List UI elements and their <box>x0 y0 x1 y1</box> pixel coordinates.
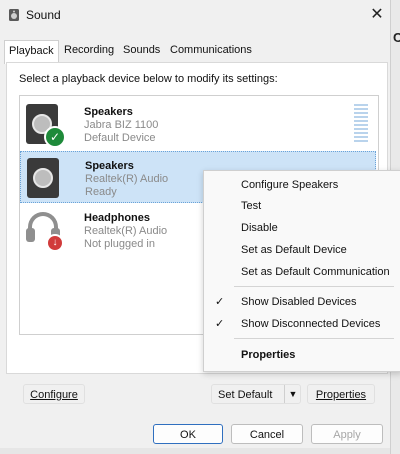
checkmark-icon: ✓ <box>215 318 225 330</box>
menu-separator <box>234 338 394 339</box>
down-arrow-badge-icon: ↓ <box>46 234 64 252</box>
apply-button: Apply <box>311 424 383 444</box>
properties-label: Properties <box>315 389 367 401</box>
device-model: Jabra BIZ 1100 <box>84 119 159 131</box>
menu-item-disable[interactable]: Disable <box>204 218 400 238</box>
ok-button[interactable]: OK <box>153 424 223 444</box>
dropdown-arrow-icon[interactable]: ▼ <box>284 385 301 403</box>
configure-label: Configure <box>30 389 78 401</box>
device-context-menu: Configure Speakers Test Disable Set as D… <box>203 170 400 372</box>
tab-recording[interactable]: Recording <box>60 40 118 60</box>
set-default-label: Set Default <box>218 389 273 401</box>
device-name: Speakers <box>85 160 134 172</box>
device-status: Default Device <box>84 132 156 144</box>
speaker-device-icon: ✓ <box>26 104 66 148</box>
menu-item-set-default-communication[interactable]: Set as Default Communication <box>204 262 400 282</box>
taskbar-edge <box>0 448 390 454</box>
device-name: Headphones <box>84 212 151 224</box>
close-icon: ✕ <box>370 6 384 23</box>
device-model: Realtek(R) Audio <box>85 173 169 185</box>
device-status: Not plugged in <box>84 238 155 250</box>
speaker-icon <box>9 9 19 21</box>
device-item-speakers-jabra[interactable]: ✓ Speakers Jabra BIZ 1100 Default Device <box>20 98 376 150</box>
device-model: Realtek(R) Audio <box>84 225 168 237</box>
menu-item-show-disconnected[interactable]: ✓ Show Disconnected Devices <box>204 314 400 334</box>
headphones-device-icon: ↓ <box>26 210 66 252</box>
device-name: Speakers <box>84 106 133 118</box>
speaker-device-icon <box>27 158 67 198</box>
configure-button[interactable]: Configure <box>23 384 85 404</box>
tab-communications[interactable]: Communications <box>166 40 256 60</box>
properties-button[interactable]: Properties <box>307 384 375 404</box>
menu-item-set-default-device[interactable]: Set as Default Device <box>204 240 400 260</box>
set-default-button[interactable]: Set Default ▼ <box>211 384 301 404</box>
device-status: Ready <box>85 186 117 198</box>
window-title: Sound <box>26 8 61 22</box>
tab-sounds[interactable]: Sounds <box>119 40 164 60</box>
menu-item-properties[interactable]: Properties <box>204 345 400 365</box>
tab-playback[interactable]: Playback <box>4 40 59 64</box>
menu-item-configure-speakers[interactable]: Configure Speakers <box>204 175 400 195</box>
menu-item-show-disabled[interactable]: ✓ Show Disabled Devices <box>204 292 400 312</box>
menu-separator <box>234 286 394 287</box>
title-bar: Sound ✕ <box>0 0 390 32</box>
instruction-text: Select a playback device below to modify… <box>19 73 278 85</box>
checkmark-badge-icon: ✓ <box>44 126 66 148</box>
cancel-button[interactable]: Cancel <box>231 424 303 444</box>
volume-level-meter <box>354 104 368 144</box>
checkmark-icon: ✓ <box>215 296 225 308</box>
menu-item-test[interactable]: Test <box>204 196 400 216</box>
close-button[interactable]: ✕ <box>366 4 388 26</box>
